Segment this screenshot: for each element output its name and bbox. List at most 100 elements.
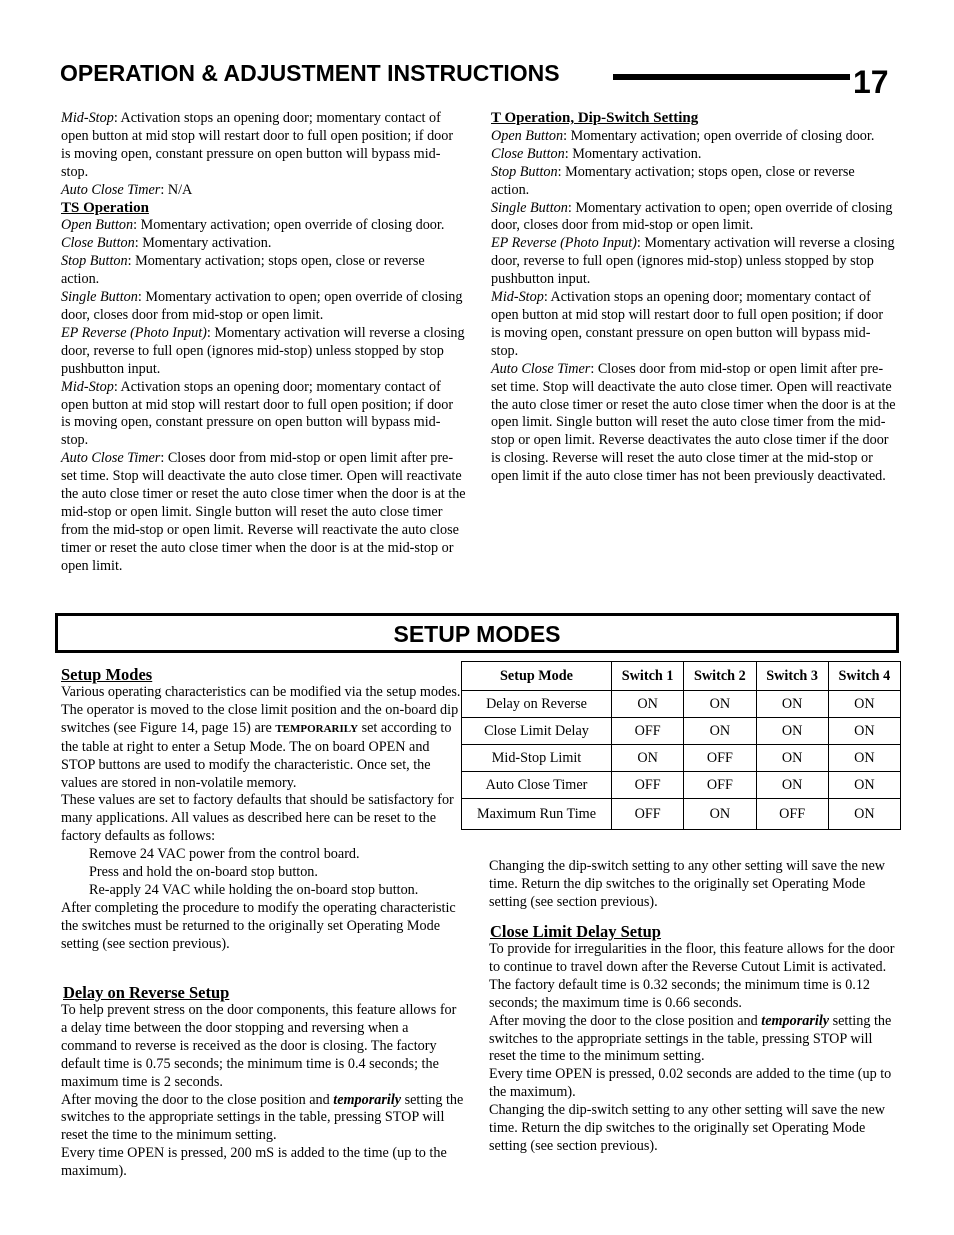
- delay-on-reverse-heading: Delay on Reverse Setup: [63, 983, 230, 1002]
- table-row: Mid-Stop Limit ON OFF ON ON: [461, 744, 902, 772]
- term-label: Mid-Stop: [61, 110, 114, 126]
- switch-state-cell: ON: [827, 690, 902, 718]
- term-text: : Closes door from mid-stop or open limi…: [491, 360, 896, 485]
- table-row: Close Limit Delay OFF ON ON ON: [461, 717, 902, 745]
- term-label: Auto Close Timer: [491, 360, 591, 377]
- term-text: : N/A: [160, 181, 193, 198]
- switch-state-cell: OFF: [610, 798, 685, 830]
- switch-state-cell: ON: [683, 690, 757, 718]
- t-operation-list: Open Button: Momentary activation; open …: [491, 128, 896, 486]
- definition-item: Auto Close Timer: Closes door from mid-s…: [61, 450, 466, 575]
- definition-item: EP Reverse (Photo Input): Momentary acti…: [491, 235, 896, 289]
- close-limit-delay-para4: Changing the dip-switch setting to any o…: [489, 1102, 885, 1154]
- definition-item: Close Button: Momentary activation.: [491, 146, 896, 164]
- term-text: : Momentary activation; open override of…: [563, 127, 875, 144]
- table-row: Maximum Run Time OFF ON OFF ON: [461, 798, 902, 830]
- definition-item: Stop Button: Momentary activation; stops…: [61, 253, 466, 289]
- setup-mode-cell: Mid-Stop Limit: [461, 744, 612, 772]
- delay-on-reverse-para2: After moving the door to the close posit…: [61, 1092, 466, 1146]
- switch-state-cell: ON: [827, 771, 902, 799]
- reset-step: Press and hold the on-board stop button.: [89, 864, 318, 881]
- term-label: Close Button: [491, 145, 565, 162]
- setup-mode-cell: Maximum Run Time: [461, 798, 612, 830]
- definition-item: Single Button: Momentary activation to o…: [491, 200, 896, 236]
- switch-state-cell: ON: [683, 717, 757, 745]
- column-header: Switch 1: [610, 661, 685, 691]
- definition-item: Open Button: Momentary activation; open …: [491, 128, 896, 146]
- table-header-row: Setup Mode Switch 1 Switch 2 Switch 3 Sw…: [461, 661, 902, 691]
- term-label: EP Reverse (Photo Input): [491, 235, 637, 252]
- switch-state-cell: ON: [827, 798, 902, 830]
- column-header: Switch 3: [755, 661, 829, 691]
- setup-modes-banner: SETUP MODES: [55, 613, 899, 653]
- switch-state-cell: ON: [827, 717, 902, 745]
- t-operation-heading: T Operation, Dip-Switch Setting: [491, 110, 699, 126]
- mid-stop-paragraph: Mid-Stop: Activation stops an opening do…: [61, 110, 466, 182]
- switch-state-cell: ON: [755, 717, 829, 745]
- definition-item: Auto Close Timer: Closes door from mid-s…: [491, 361, 896, 486]
- definition-item: Open Button: Momentary activation; open …: [61, 217, 466, 235]
- left-column-top: Mid-Stop: Activation stops an opening do…: [61, 110, 466, 576]
- text-run: After moving the door to the close posit…: [489, 1012, 762, 1029]
- setup-modes-heading: Setup Modes: [61, 665, 153, 684]
- reset-step: Re-apply 24 VAC while holding the on-boa…: [89, 881, 419, 898]
- page-number: 17: [853, 64, 889, 100]
- text-run: After moving the door to the close posit…: [61, 1091, 334, 1108]
- switch-state-cell: ON: [610, 744, 685, 772]
- switch-state-cell: ON: [755, 744, 829, 772]
- setup-modes-section: Setup Modes Various operating characteri…: [61, 665, 461, 954]
- column-header: Setup Mode: [461, 661, 612, 691]
- setup-mode-cell: Close Limit Delay: [461, 717, 612, 745]
- term-label: Auto Close Timer: [61, 181, 161, 198]
- definition-item: Stop Button: Momentary activation; stops…: [491, 164, 896, 200]
- definition-item: Close Button: Momentary activation.: [61, 235, 466, 253]
- page-title: OPERATION & ADJUSTMENT INSTRUCTIONS: [60, 60, 560, 86]
- emphasis-text: temporarily: [333, 1091, 402, 1108]
- term-label: EP Reverse (Photo Input): [61, 324, 207, 341]
- term-text: : Momentary activation.: [134, 235, 272, 252]
- close-limit-delay-para1: To provide for irregularities in the flo…: [489, 941, 895, 1011]
- delay-on-reverse-para1: To help prevent stress on the door compo…: [61, 1002, 457, 1090]
- close-limit-delay-section: Close Limit Delay Setup To provide for i…: [489, 922, 899, 1156]
- term-label: Single Button: [491, 199, 568, 216]
- term-text: : Activation stops an opening door; mome…: [61, 378, 454, 449]
- ts-operation-heading: TS Operation: [61, 199, 149, 216]
- switch-state-cell: ON: [827, 744, 902, 772]
- term-label: Single Button: [61, 289, 138, 306]
- reset-step: Remove 24 VAC power from the control boa…: [89, 846, 360, 863]
- switch-state-cell: OFF: [683, 771, 757, 799]
- switch-state-cell: OFF: [610, 717, 685, 745]
- term-text: : Closes door from mid-stop or open limi…: [61, 450, 466, 574]
- term-text: : Momentary activation; open override of…: [133, 217, 445, 234]
- close-limit-delay-para2: After moving the door to the close posit…: [489, 1013, 899, 1067]
- switch-state-cell: ON: [683, 798, 757, 830]
- term-label: Stop Button: [61, 253, 128, 270]
- term-text: : Activation stops an opening door; mome…: [61, 110, 454, 180]
- switch-state-cell: ON: [610, 690, 685, 718]
- setup-mode-cell: Delay on Reverse: [461, 690, 612, 718]
- auto-close-paragraph: Auto Close Timer: N/A: [61, 182, 466, 200]
- switch-state-cell: OFF: [610, 771, 685, 799]
- term-label: Open Button: [491, 127, 564, 144]
- setup-modes-table: Setup Mode Switch 1 Switch 2 Switch 3 Sw…: [461, 661, 902, 830]
- banner-title: SETUP MODES: [393, 621, 561, 647]
- setup-modes-para1: Various operating characteristics can be…: [61, 684, 461, 792]
- definition-item: Mid-Stop: Activation stops an opening do…: [491, 289, 896, 361]
- term-label: Close Button: [61, 235, 135, 252]
- table-row: Auto Close Timer OFF OFF ON ON: [461, 771, 902, 799]
- setup-modes-para2: These values are set to factory defaults…: [61, 792, 454, 845]
- table-note: Changing the dip-switch setting to any o…: [489, 858, 885, 910]
- header-rule: [613, 74, 850, 80]
- column-header: Switch 2: [683, 661, 757, 691]
- delay-on-reverse-section: Delay on Reverse Setup To help prevent s…: [61, 983, 466, 1181]
- term-text: : Activation stops an opening door; mome…: [491, 289, 884, 359]
- term-label: Open Button: [61, 217, 134, 234]
- switch-state-cell: ON: [755, 771, 829, 799]
- term-text: : Momentary activation.: [564, 145, 702, 162]
- definition-item: Mid-Stop: Activation stops an opening do…: [61, 379, 466, 451]
- delay-on-reverse-para3: Every time OPEN is pressed, 200 mS is ad…: [61, 1145, 447, 1180]
- setup-modes-para3: After completing the procedure to modify…: [61, 899, 456, 952]
- table-row: Delay on Reverse ON ON ON ON: [461, 690, 902, 718]
- ts-operation-list: Open Button: Momentary activation; open …: [61, 217, 466, 575]
- setup-mode-cell: Auto Close Timer: [461, 771, 612, 799]
